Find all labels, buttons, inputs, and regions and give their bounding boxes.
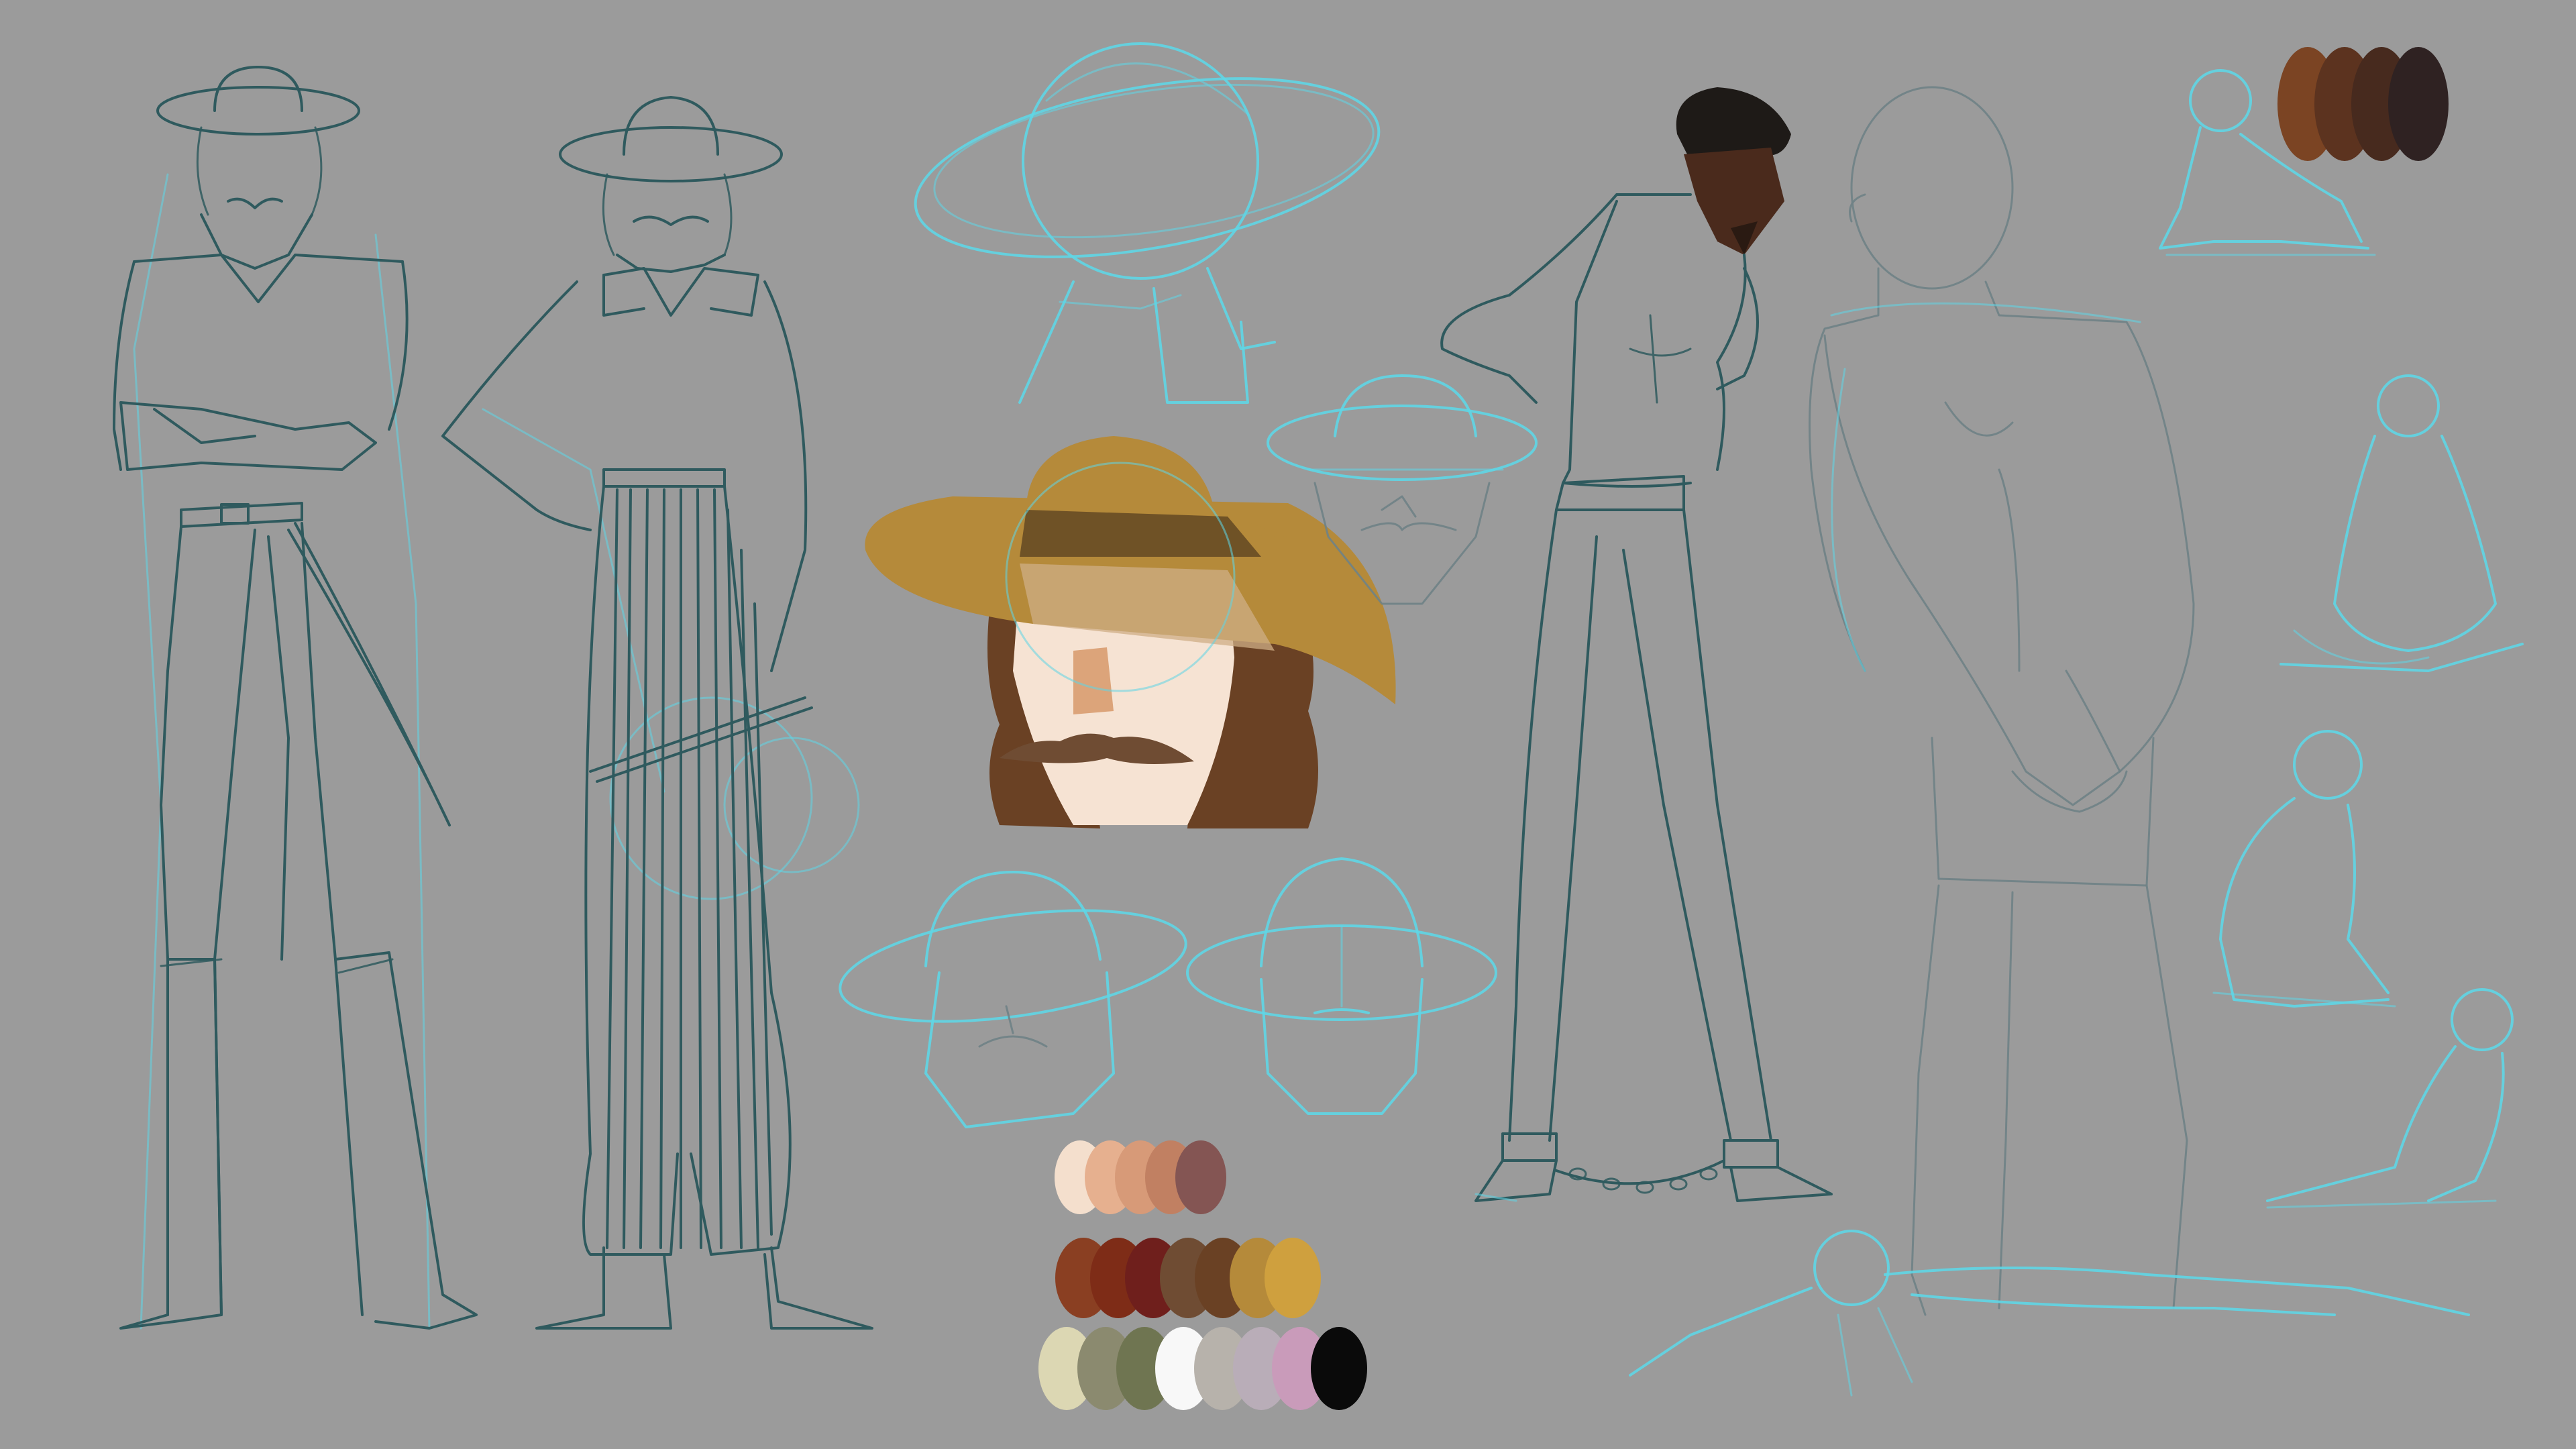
neutral-palette	[1038, 1327, 1367, 1410]
brown-palette	[1055, 1238, 1321, 1318]
gesture-figure-sitting-lean	[2266, 988, 2514, 1209]
skin-palette-dark	[2277, 47, 2449, 161]
gesture-figure-seated-back	[2279, 374, 2524, 672]
hat-head-sketch-bottom-left	[839, 871, 1187, 1128]
skin-light-swatch	[1175, 1140, 1226, 1214]
colored-hat-head	[865, 436, 1396, 828]
hat-head-sketch-top	[914, 42, 1381, 404]
gesture-figure-kneeling-side	[2212, 730, 2396, 1008]
brown-swatch	[1265, 1238, 1321, 1318]
neutral-swatch	[1311, 1327, 1367, 1410]
sketch-canvas	[113, 42, 2524, 1410]
figure-hat-man-striped-trousers	[441, 96, 873, 1330]
hat-head-sketch-bottom-right	[1186, 857, 1497, 1115]
figure-hat-man-arms-crossed	[113, 66, 478, 1330]
figure-chained-man-standing	[1440, 87, 1833, 1202]
figure-lying-sketch	[1629, 1230, 2470, 1397]
skin-palette-light	[1055, 1140, 1226, 1214]
skin-dark-swatch	[2388, 47, 2449, 161]
figure-man-back-view	[1809, 86, 2195, 1316]
